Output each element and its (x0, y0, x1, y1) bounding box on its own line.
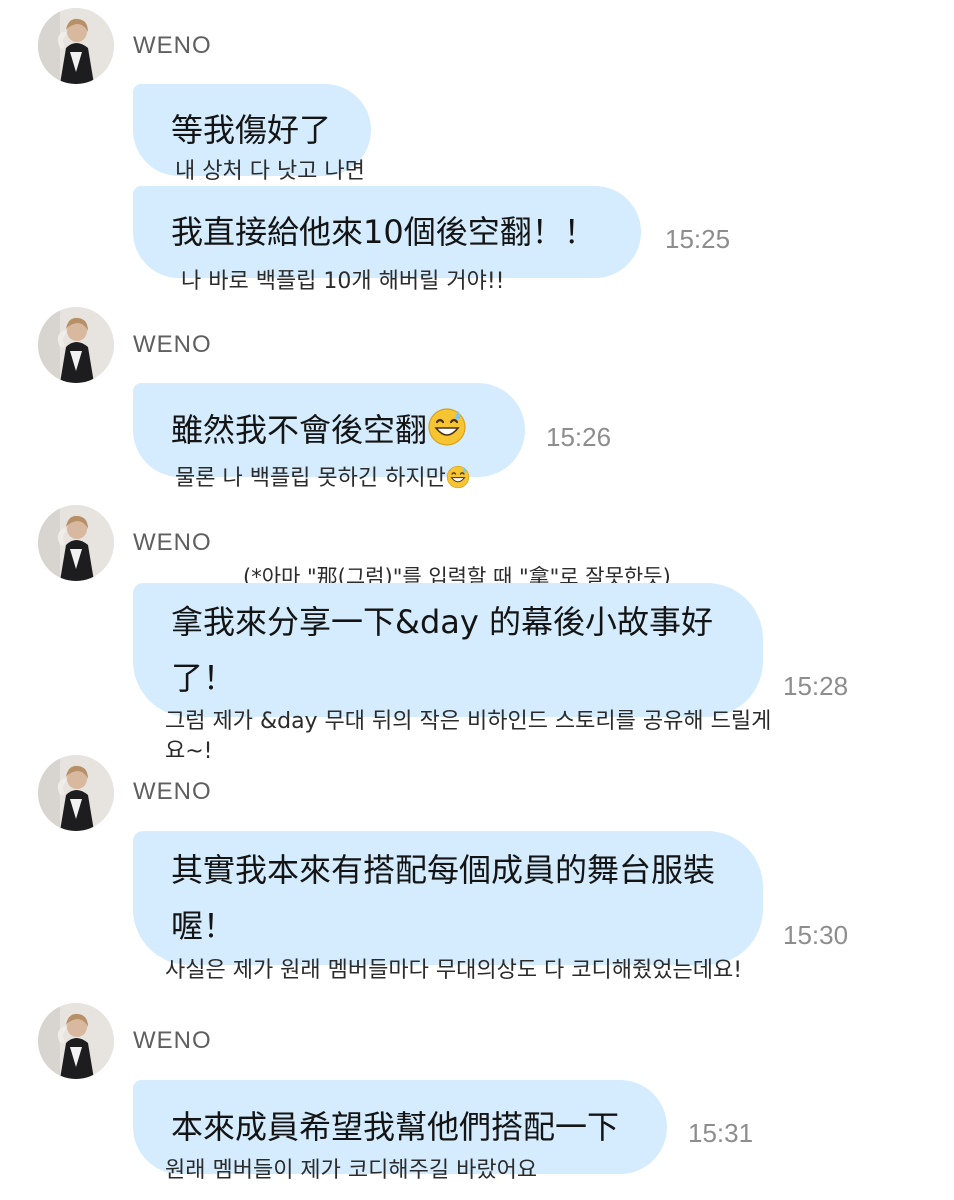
avatar[interactable] (38, 755, 114, 831)
message-text: 我直接給他來10個後空翻！！ (171, 213, 596, 251)
message-text: 其實我本來有搭配每個成員的舞台服裝喔！ (171, 851, 716, 945)
sender-name: WENO (133, 529, 212, 556)
translation-text: 그럼 제가 &day 무대 뒤의 작은 비하인드 스토리를 공유해 드릴게요~! (165, 709, 772, 764)
sender-name: WENO (133, 32, 212, 59)
timestamp: 15:25 (665, 224, 731, 254)
translation-text: 내 상처 다 낫고 나면 (175, 159, 365, 184)
message-bubble[interactable]: 拿我來分享一下&day 的幕後小故事好了！ (133, 583, 763, 717)
sweat-smile-emoji (428, 408, 466, 446)
message-text: 拿我來分享一下&day 的幕後小故事好了！ (171, 603, 713, 697)
translation-text: 물론 나 백플립 못하긴 하지만 (175, 464, 470, 494)
timestamp: 15:30 (783, 920, 849, 950)
sender-name: WENO (133, 778, 212, 805)
timestamp: 15:26 (546, 422, 612, 452)
avatar[interactable] (38, 1003, 114, 1079)
avatar[interactable] (38, 505, 114, 581)
message-bubble[interactable]: 其實我本來有搭配每個成員的舞台服裝喔！ (133, 831, 763, 965)
translation-text: 원래 멤버들이 제가 코디해주길 바랐어요 (165, 1158, 538, 1183)
message-bubble[interactable]: 雖然我不會後空翻 (133, 383, 525, 477)
message-text: 本來成員希望我幫他們搭配一下 (171, 1108, 620, 1146)
avatar[interactable] (38, 307, 114, 383)
sender-name: WENO (133, 331, 212, 358)
sweat-smile-emoji (446, 465, 470, 489)
message-text: 雖然我不會後空翻 (171, 402, 487, 458)
sender-name: WENO (133, 1027, 212, 1054)
translation-text: 사실은 제가 원래 멤버들마다 무대의상도 다 코디해줬었는데요! (165, 958, 743, 983)
avatar[interactable] (38, 8, 114, 84)
translation-text: 나 바로 백플립 10개 해버릴 거야!! (181, 269, 505, 294)
timestamp: 15:31 (688, 1118, 754, 1148)
message-bubble[interactable]: 我直接給他來10個後空翻！！ (133, 186, 641, 278)
timestamp: 15:28 (783, 671, 849, 701)
message-text: 等我傷好了 (171, 111, 332, 149)
